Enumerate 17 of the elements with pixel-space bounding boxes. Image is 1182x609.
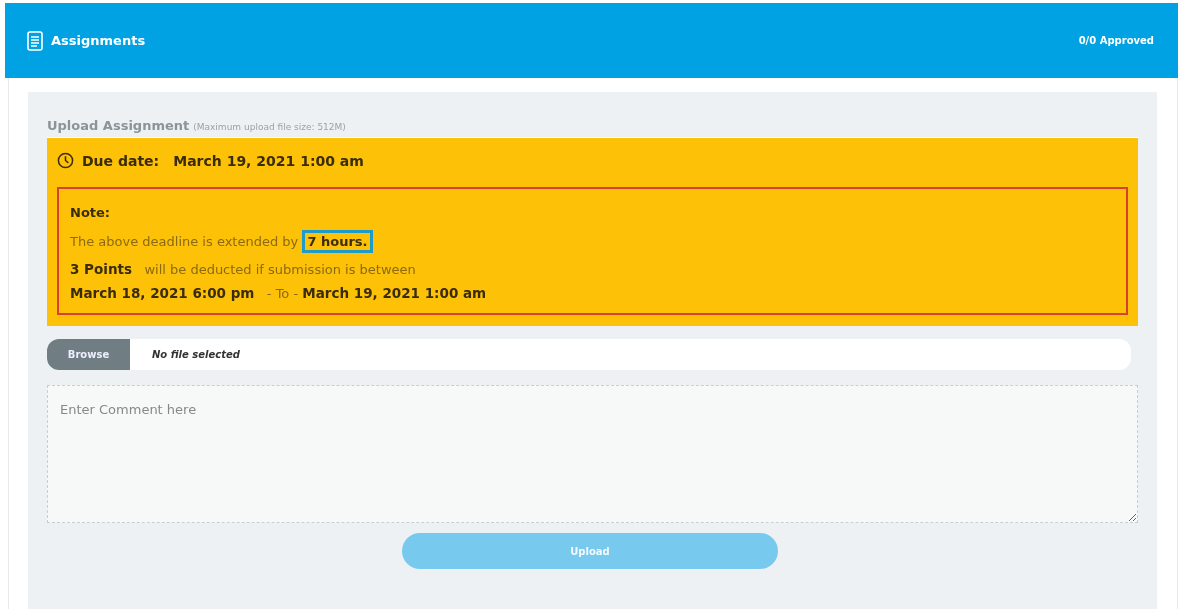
extension-value: 7 hours. [302,230,373,253]
comment-field[interactable]: Enter Comment here [47,385,1138,523]
due-date: March 19, 2021 1:00 am [173,152,364,169]
file-status: No file selected [152,349,240,360]
extension-text: The above deadline is extended by [70,234,300,249]
browse-button[interactable]: Browse [47,339,130,370]
note-title: Note: [70,205,112,220]
penalty-period: March 18, 2021 6:00 pm - To - March 19, 2021 1:00 am [70,285,488,301]
page-title: Assignments [51,33,146,48]
section-title: Upload Assignment [47,118,190,133]
clock-icon [57,152,74,169]
size-hint: (Maximum upload file size: 512M) [193,122,346,132]
file-field[interactable]: Browse No file selected [47,339,1131,370]
due-label: Due date: [82,152,160,169]
penalty-text: 3 Points will be deducted if submission is between [70,261,417,277]
document-icon [27,30,43,51]
approval-count: 0/0 Approved [1078,35,1154,46]
